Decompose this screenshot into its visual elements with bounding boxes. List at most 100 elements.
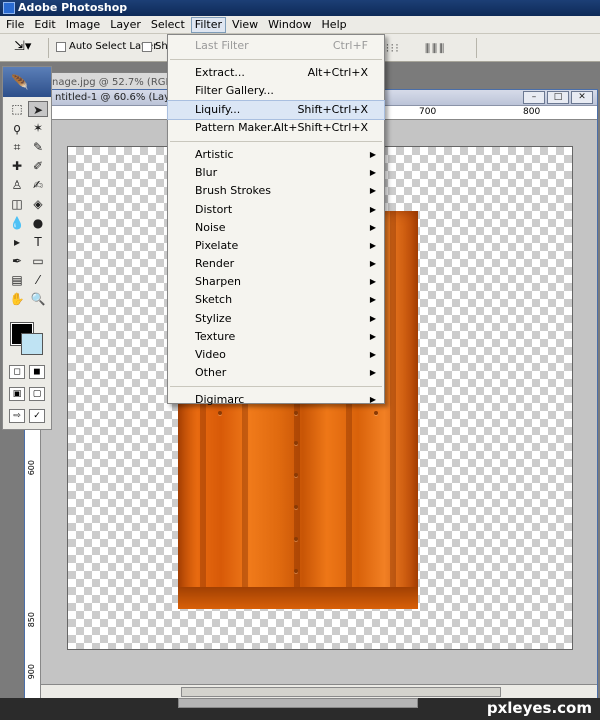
quick-mask-icon[interactable]: ◼ <box>29 365 45 379</box>
blur-tool-icon[interactable]: 💧 <box>7 215 27 231</box>
checkbox-icon[interactable] <box>142 41 152 52</box>
magic-wand-tool-icon[interactable]: ✶ <box>28 120 48 136</box>
menu-item-render[interactable]: Render ▶ <box>168 255 384 273</box>
submenu-arrow-icon: ▶ <box>369 259 376 269</box>
metal-bottom-edge <box>178 587 418 609</box>
menu-item-label: Brush Strokes <box>195 184 272 198</box>
menu-layer[interactable]: Layer <box>106 17 145 33</box>
menu-item-label: Last Filter <box>195 39 249 52</box>
menu-item-texture[interactable]: Texture ▶ <box>168 328 384 346</box>
menu-item-artistic[interactable]: Artistic ▶ <box>168 146 384 164</box>
eraser-tool-icon[interactable]: ◫ <box>7 196 27 212</box>
menu-item-shortcut: Shift+Ctrl+X <box>297 102 368 116</box>
rivet <box>294 411 298 415</box>
menu-item-extract[interactable]: Extract... Alt+Ctrl+X <box>168 64 384 82</box>
close-icon[interactable]: ✕ <box>571 91 593 104</box>
menu-item-label: Pattern Maker... <box>195 120 282 134</box>
menu-image[interactable]: Image <box>62 17 104 33</box>
clone-stamp-tool-icon[interactable]: ♙ <box>7 177 27 193</box>
menu-item-noise[interactable]: Noise ▶ <box>168 219 384 237</box>
brush-tool-icon[interactable]: ✐ <box>28 158 48 174</box>
background-color-swatch[interactable] <box>21 333 43 355</box>
menu-item-label: Stylize <box>195 311 232 325</box>
menu-item-label: Other <box>195 366 227 380</box>
menu-item-pixelate[interactable]: Pixelate ▶ <box>168 237 384 255</box>
marquee-tool-icon[interactable]: ⬚ <box>7 101 27 117</box>
standard-screen-icon[interactable]: ▣ <box>9 387 25 401</box>
history-brush-tool-icon[interactable]: ✍ <box>28 177 48 193</box>
lasso-tool-icon[interactable]: ϙ <box>7 120 27 136</box>
submenu-arrow-icon: ▶ <box>369 186 376 196</box>
rivet <box>294 505 298 509</box>
menu-item-shortcut: Alt+Shift+Ctrl+X <box>273 120 368 134</box>
slice-tool-icon[interactable]: ✎ <box>28 139 48 155</box>
zoom-tool-icon[interactable]: 🔍 <box>28 291 48 307</box>
menubar: File Edit Image Layer Select Filter View… <box>0 16 600 34</box>
standard-mode-icon[interactable]: ◻ <box>9 365 25 379</box>
metal-rib <box>390 211 396 609</box>
path-selection-tool-icon[interactable]: ▸ <box>7 234 27 250</box>
menu-item-blur[interactable]: Blur ▶ <box>168 164 384 182</box>
move-tool-preset-icon[interactable]: ⇲▾ <box>14 39 44 57</box>
menu-item-digimarc[interactable]: Digimarc ▶ <box>168 391 384 409</box>
minimize-icon[interactable]: – <box>523 91 545 104</box>
jump-to-row: ⇨ ✓ <box>9 409 45 423</box>
menu-edit[interactable]: Edit <box>30 17 59 33</box>
hand-tool-icon[interactable]: ✋ <box>7 291 27 307</box>
shape-tool-icon[interactable]: ▭ <box>28 253 48 269</box>
menu-help[interactable]: Help <box>318 17 351 33</box>
submenu-arrow-icon: ▶ <box>369 395 376 405</box>
move-tool-icon[interactable]: ➤ <box>28 101 48 117</box>
submenu-arrow-icon: ▶ <box>369 368 376 378</box>
maximize-icon[interactable]: □ <box>547 91 569 104</box>
menu-item-brush-strokes[interactable]: Brush Strokes ▶ <box>168 182 384 200</box>
toolbox-header[interactable]: 🪶 <box>3 67 51 97</box>
distribute-icons[interactable]: ⫶⫶⫶ <box>386 42 400 56</box>
menu-window[interactable]: Window <box>264 17 315 33</box>
menu-item-stylize[interactable]: Stylize ▶ <box>168 310 384 328</box>
menu-view[interactable]: View <box>228 17 262 33</box>
paint-bucket-tool-icon[interactable]: ◈ <box>28 196 48 212</box>
photoshop-logo-icon <box>3 2 15 14</box>
menu-item-sketch[interactable]: Sketch ▶ <box>168 291 384 309</box>
eyedropper-tool-icon[interactable]: ⁄ <box>28 272 48 288</box>
submenu-arrow-icon: ▶ <box>369 240 376 250</box>
menu-item-other[interactable]: Other ▶ <box>168 364 384 382</box>
checkbox-icon[interactable] <box>56 41 66 52</box>
horizontal-scrollbar[interactable] <box>41 684 597 698</box>
submenu-arrow-icon: ▶ <box>369 350 376 359</box>
menu-file[interactable]: File <box>2 17 28 33</box>
options-separator <box>476 38 477 58</box>
submenu-arrow-icon: ▶ <box>369 222 376 232</box>
jump-to-imageready-icon[interactable]: ⇨ <box>9 409 25 423</box>
menu-filter[interactable]: Filter <box>190 16 227 33</box>
full-screen-menu-icon[interactable]: ▢ <box>29 387 45 401</box>
app-titlebar: Adobe Photoshop <box>0 0 600 16</box>
watermark: pxleyes.com <box>486 699 592 717</box>
menu-item-filter-gallery[interactable]: Filter Gallery... <box>168 82 384 100</box>
ruler-label: 800 <box>523 107 541 117</box>
rivet <box>374 411 378 415</box>
crop-tool-icon[interactable]: ⌗ <box>7 139 27 155</box>
menu-select[interactable]: Select <box>147 17 189 33</box>
color-swatches[interactable] <box>9 321 47 359</box>
menu-item-sharpen[interactable]: Sharpen ▶ <box>168 273 384 291</box>
menu-item-pattern-maker[interactable]: Pattern Maker... Alt+Shift+Ctrl+X <box>168 119 384 137</box>
pen-tool-icon[interactable]: ✒ <box>7 253 27 269</box>
healing-brush-tool-icon[interactable]: ✚ <box>7 158 27 174</box>
menu-item-label: Filter Gallery... <box>195 84 274 98</box>
rivet <box>294 569 298 573</box>
menu-item-video[interactable]: Video ▶ <box>168 346 384 364</box>
dodge-tool-icon[interactable]: ● <box>28 215 48 231</box>
type-tool-icon[interactable]: T <box>28 234 48 250</box>
scrollbar-thumb[interactable] <box>181 687 501 697</box>
check-icon[interactable]: ✓ <box>29 409 45 423</box>
distribute-horizontal-icons[interactable]: ⫼⫼⫼ <box>425 42 446 56</box>
notes-tool-icon[interactable]: ▤ <box>7 272 27 288</box>
menu-item-liquify[interactable]: Liquify... Shift+Ctrl+X <box>167 99 385 120</box>
filter-menu: Last Filter Ctrl+F Extract... Alt+Ctrl+X… <box>167 34 385 406</box>
menu-item-label: Render <box>195 257 235 271</box>
bottom-scrollbar[interactable] <box>178 698 418 708</box>
menu-item-distort[interactable]: Distort ▶ <box>168 201 384 219</box>
app-title: Adobe Photoshop <box>18 1 128 14</box>
